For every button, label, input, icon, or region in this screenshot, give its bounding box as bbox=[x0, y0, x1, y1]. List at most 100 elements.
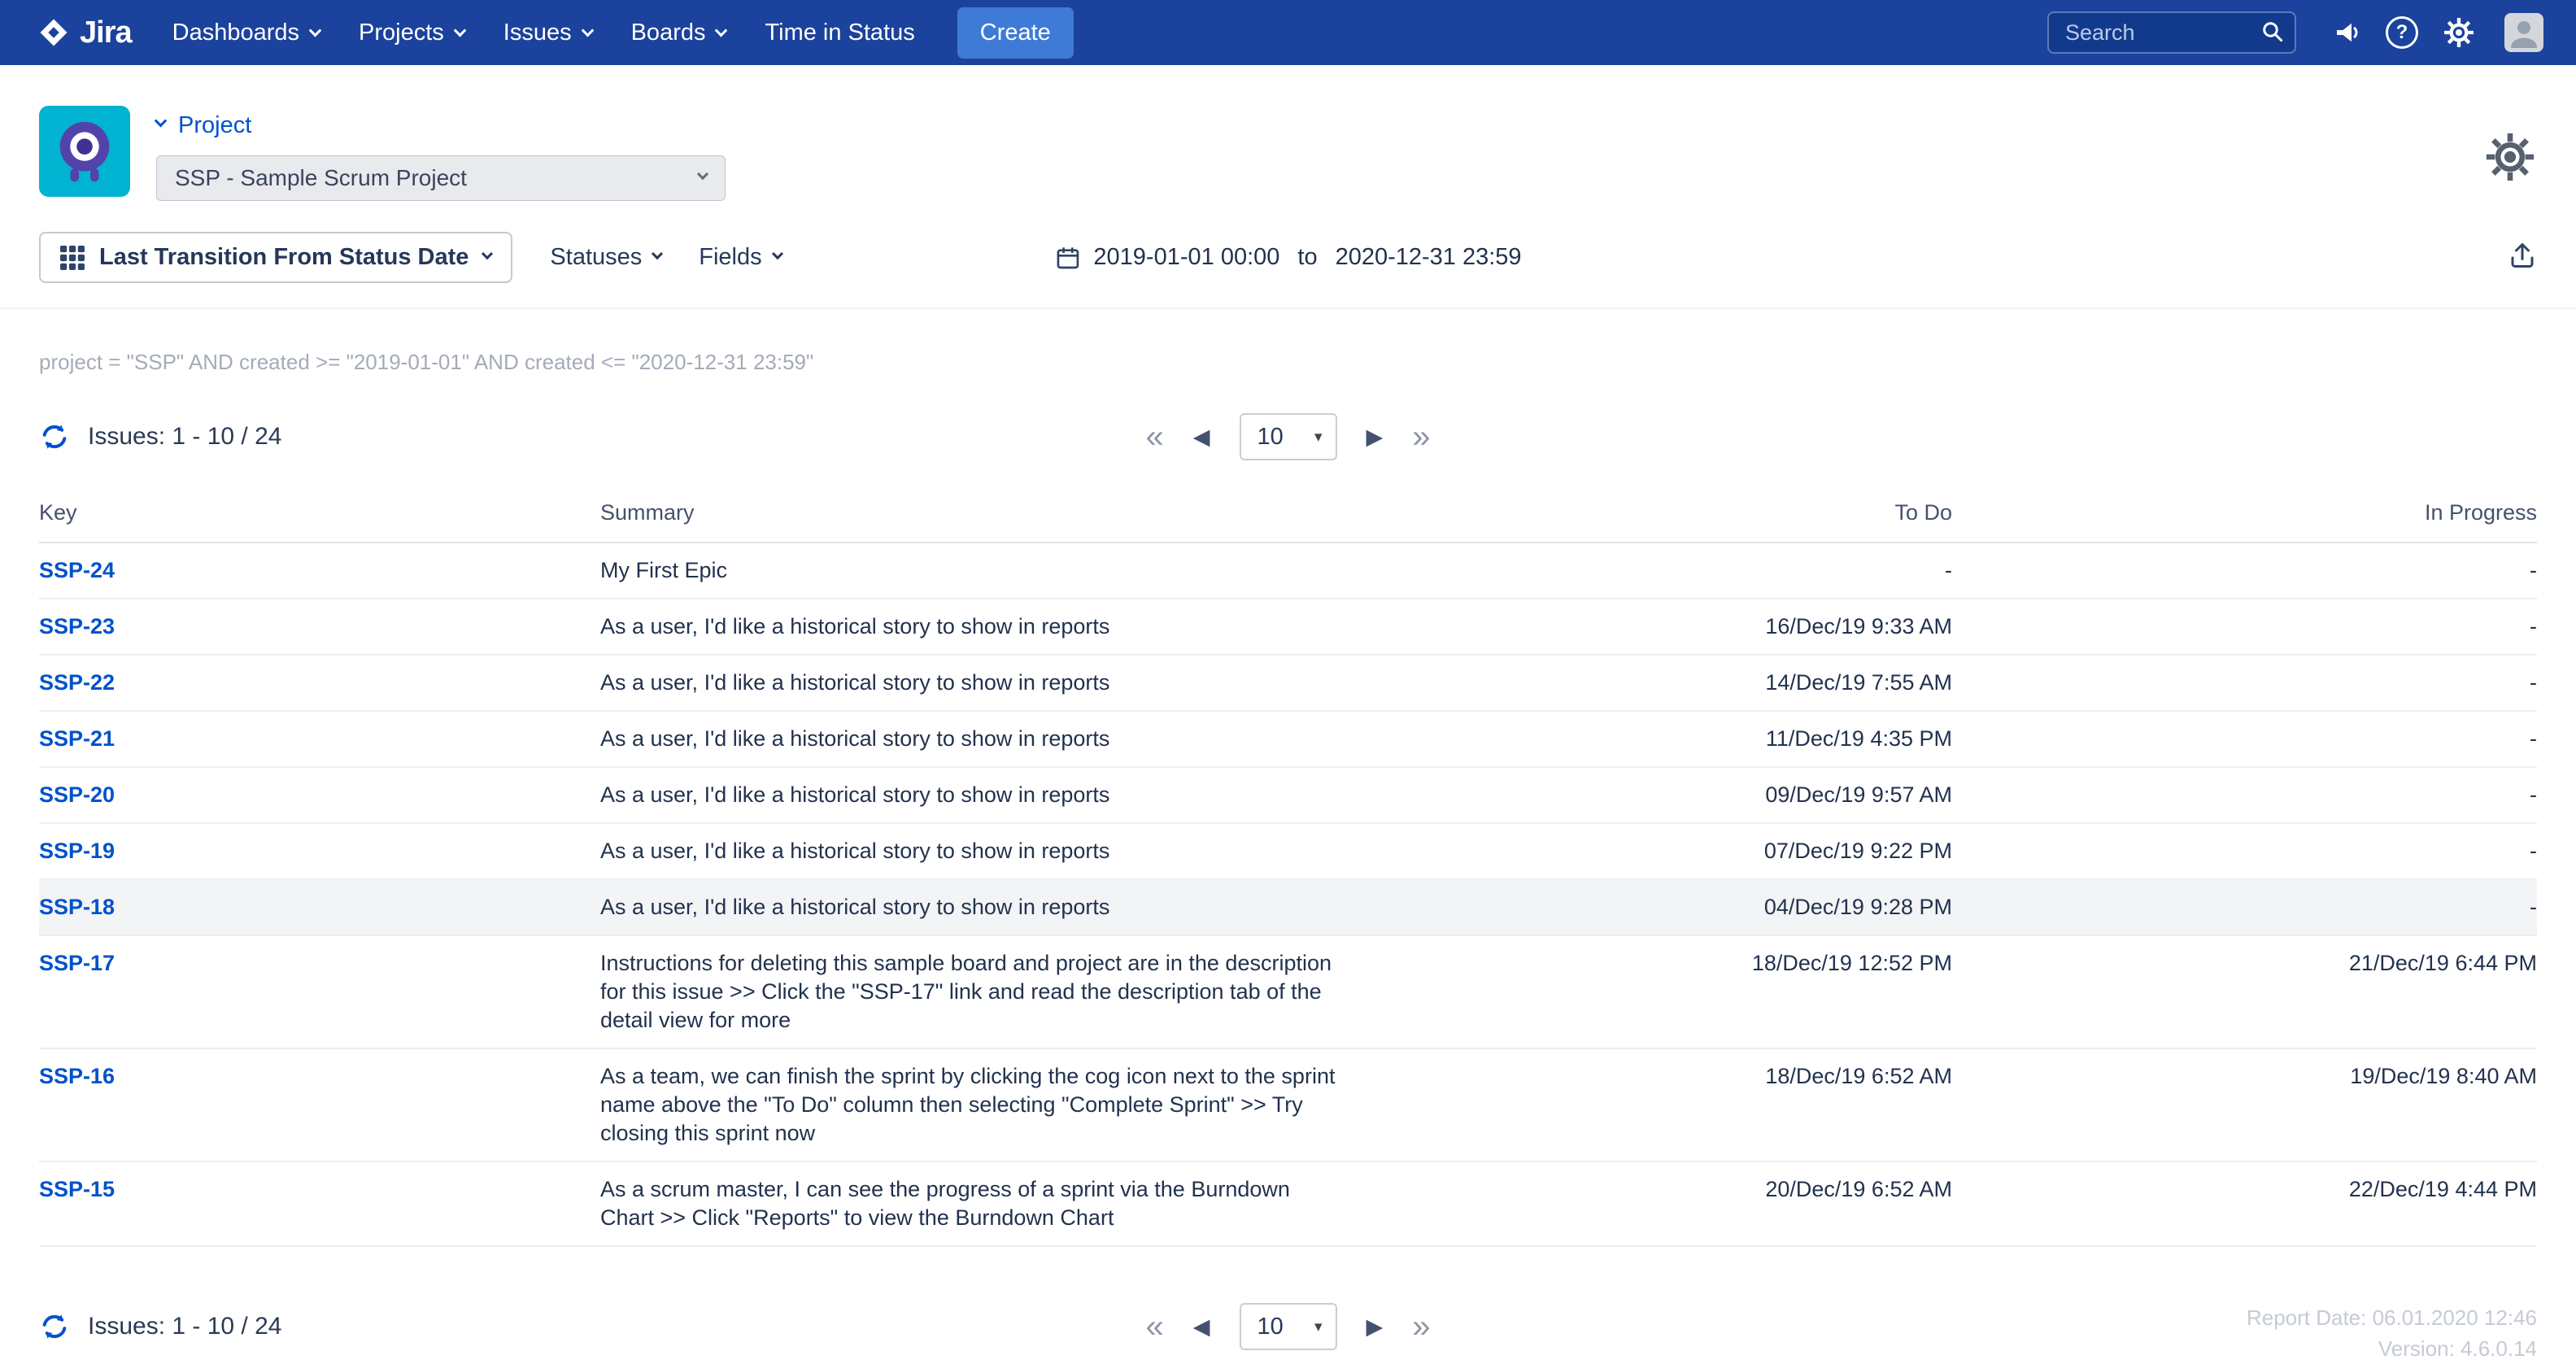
issue-key-link[interactable]: SSP-18 bbox=[39, 895, 115, 919]
table-row: SSP-19 As a user, I'd like a historical … bbox=[39, 824, 2537, 880]
issues-bar-top: Issues: 1 - 10 / 24 « ◀ 10 ▾ ▶ » bbox=[0, 411, 2576, 463]
nav-menu: Dashboards Projects Issues Boards Time i… bbox=[172, 20, 915, 46]
issue-todo-date: 14/Dec/19 7:55 AM bbox=[1373, 669, 1952, 697]
project-header: Project SSP - Sample Scrum Project bbox=[0, 65, 2576, 201]
jira-brand[interactable]: Jira bbox=[39, 15, 132, 50]
chevron-down-icon bbox=[482, 248, 493, 259]
issue-key-link[interactable]: SSP-19 bbox=[39, 839, 115, 863]
gear-icon[interactable] bbox=[2443, 16, 2475, 49]
nav-item-projects[interactable]: Projects bbox=[359, 20, 464, 46]
jql-text: project = "SSP" AND created >= "2019-01-… bbox=[39, 350, 2537, 375]
issue-summary: As a scrum master, I can see the progres… bbox=[600, 1175, 1373, 1232]
table-row: SSP-24 My First Epic - - bbox=[39, 543, 2537, 599]
chevron-down-icon bbox=[697, 168, 708, 180]
issue-inprogress-date: - bbox=[1952, 669, 2537, 697]
pagination-first-button[interactable]: « bbox=[1145, 1310, 1163, 1343]
caret-down-icon: ▾ bbox=[1314, 1318, 1323, 1336]
project-disclosure[interactable]: Project bbox=[156, 112, 726, 139]
date-from: 2019-01-01 00:00 bbox=[1093, 244, 1279, 271]
date-to: 2020-12-31 23:59 bbox=[1336, 244, 1522, 271]
refresh-icon[interactable] bbox=[39, 421, 70, 452]
issue-todo-date: 18/Dec/19 6:52 AM bbox=[1373, 1062, 1952, 1091]
column-header-key: Key bbox=[39, 500, 600, 525]
table-row: SSP-22 As a user, I'd like a historical … bbox=[39, 656, 2537, 712]
settings-gear-icon[interactable] bbox=[2483, 130, 2537, 188]
jira-logo-icon bbox=[39, 18, 68, 47]
chevron-down-icon bbox=[715, 24, 728, 37]
create-button[interactable]: Create bbox=[957, 7, 1074, 59]
table-header: Key Summary To Do In Progress bbox=[39, 500, 2537, 543]
issue-summary: My First Epic bbox=[600, 556, 1373, 585]
chevron-down-icon bbox=[155, 115, 168, 128]
issue-key-link[interactable]: SSP-22 bbox=[39, 670, 115, 695]
calendar-icon bbox=[1054, 245, 1080, 271]
top-navbar: Jira Dashboards Projects Issues Boards T… bbox=[0, 0, 2576, 65]
pagination-top: « ◀ 10 ▾ ▶ » bbox=[1145, 413, 1430, 460]
navbar-right: ? bbox=[2047, 11, 2543, 54]
issue-summary: As a user, I'd like a historical story t… bbox=[600, 612, 1373, 641]
report-type-button[interactable]: Last Transition From Status Date bbox=[39, 232, 512, 283]
issue-todo-date: 07/Dec/19 9:22 PM bbox=[1373, 837, 1952, 865]
issue-key-link[interactable]: SSP-20 bbox=[39, 782, 115, 807]
page-size-select[interactable]: 10 ▾ bbox=[1240, 1303, 1337, 1350]
pagination-prev-button[interactable]: ◀ bbox=[1193, 426, 1210, 448]
project-avatar bbox=[39, 106, 130, 197]
nav-item-boards[interactable]: Boards bbox=[631, 20, 726, 46]
table-row: SSP-23 As a user, I'd like a historical … bbox=[39, 599, 2537, 656]
report-toolbar: Last Transition From Status Date Statuse… bbox=[0, 232, 2576, 309]
issue-todo-date: 09/Dec/19 9:57 AM bbox=[1373, 781, 1952, 809]
issue-summary: As a user, I'd like a historical story t… bbox=[600, 725, 1373, 753]
export-icon[interactable] bbox=[2508, 241, 2537, 274]
user-avatar[interactable] bbox=[2504, 13, 2543, 52]
project-select[interactable]: SSP - Sample Scrum Project bbox=[156, 155, 726, 201]
pagination-prev-button[interactable]: ◀ bbox=[1193, 1316, 1210, 1338]
footer-report-date: Report Date: 06.01.2020 12:46 bbox=[2247, 1302, 2537, 1333]
issue-key-link[interactable]: SSP-16 bbox=[39, 1064, 115, 1088]
brand-text: Jira bbox=[80, 15, 132, 50]
issue-key-link[interactable]: SSP-15 bbox=[39, 1177, 115, 1201]
issue-key-link[interactable]: SSP-21 bbox=[39, 726, 115, 751]
issue-todo-date: 20/Dec/19 6:52 AM bbox=[1373, 1175, 1952, 1204]
issue-todo-date: - bbox=[1373, 556, 1952, 585]
issue-todo-date: 16/Dec/19 9:33 AM bbox=[1373, 612, 1952, 641]
table-row: SSP-15 As a scrum master, I can see the … bbox=[39, 1162, 2537, 1247]
date-to-word: to bbox=[1297, 244, 1317, 271]
chevron-down-icon bbox=[309, 24, 322, 37]
column-header-summary: Summary bbox=[600, 500, 1373, 525]
page-size-select[interactable]: 10 ▾ bbox=[1240, 413, 1337, 460]
table-row: SSP-17 Instructions for deleting this sa… bbox=[39, 936, 2537, 1049]
statuses-dropdown[interactable]: Statuses bbox=[550, 244, 661, 271]
issue-summary: As a team, we can finish the sprint by c… bbox=[600, 1062, 1373, 1148]
pagination-last-button[interactable]: » bbox=[1412, 1310, 1430, 1343]
issue-inprogress-date: 19/Dec/19 8:40 AM bbox=[1952, 1062, 2537, 1091]
issues-count: Issues: 1 - 10 / 24 bbox=[88, 423, 281, 451]
issue-summary: As a user, I'd like a historical story t… bbox=[600, 669, 1373, 697]
date-range-picker[interactable]: 2019-01-01 00:00 to 2020-12-31 23:59 bbox=[1054, 244, 1521, 271]
issues-table: Key Summary To Do In Progress SSP-24 My … bbox=[39, 500, 2537, 1247]
nav-item-dashboards[interactable]: Dashboards bbox=[172, 20, 320, 46]
issues-bar-bottom: Issues: 1 - 10 / 24 « ◀ 10 ▾ ▶ » Report … bbox=[0, 1301, 2576, 1353]
issue-key-link[interactable]: SSP-24 bbox=[39, 558, 115, 582]
announcement-icon[interactable] bbox=[2332, 18, 2361, 47]
chevron-down-icon bbox=[453, 24, 466, 37]
table-row: SSP-20 As a user, I'd like a historical … bbox=[39, 768, 2537, 824]
issue-inprogress-date: - bbox=[1952, 837, 2537, 865]
pagination-first-button[interactable]: « bbox=[1145, 421, 1163, 453]
search-icon[interactable] bbox=[2260, 20, 2285, 48]
issue-todo-date: 04/Dec/19 9:28 PM bbox=[1373, 893, 1952, 922]
search-box bbox=[2047, 11, 2296, 54]
pagination-last-button[interactable]: » bbox=[1412, 421, 1430, 453]
nav-item-issues[interactable]: Issues bbox=[503, 20, 592, 46]
table-row: SSP-18 As a user, I'd like a historical … bbox=[39, 880, 2537, 936]
search-input[interactable] bbox=[2047, 11, 2296, 54]
project-label: Project bbox=[178, 112, 251, 139]
refresh-icon[interactable] bbox=[39, 1311, 70, 1342]
fields-dropdown[interactable]: Fields bbox=[699, 244, 781, 271]
nav-item-time-in-status[interactable]: Time in Status bbox=[765, 20, 914, 46]
issue-key-link[interactable]: SSP-17 bbox=[39, 951, 115, 975]
issue-key-link[interactable]: SSP-23 bbox=[39, 614, 115, 638]
help-icon[interactable]: ? bbox=[2386, 16, 2418, 49]
pagination-next-button[interactable]: ▶ bbox=[1366, 426, 1384, 448]
issue-inprogress-date: 21/Dec/19 6:44 PM bbox=[1952, 949, 2537, 978]
pagination-next-button[interactable]: ▶ bbox=[1366, 1316, 1384, 1338]
